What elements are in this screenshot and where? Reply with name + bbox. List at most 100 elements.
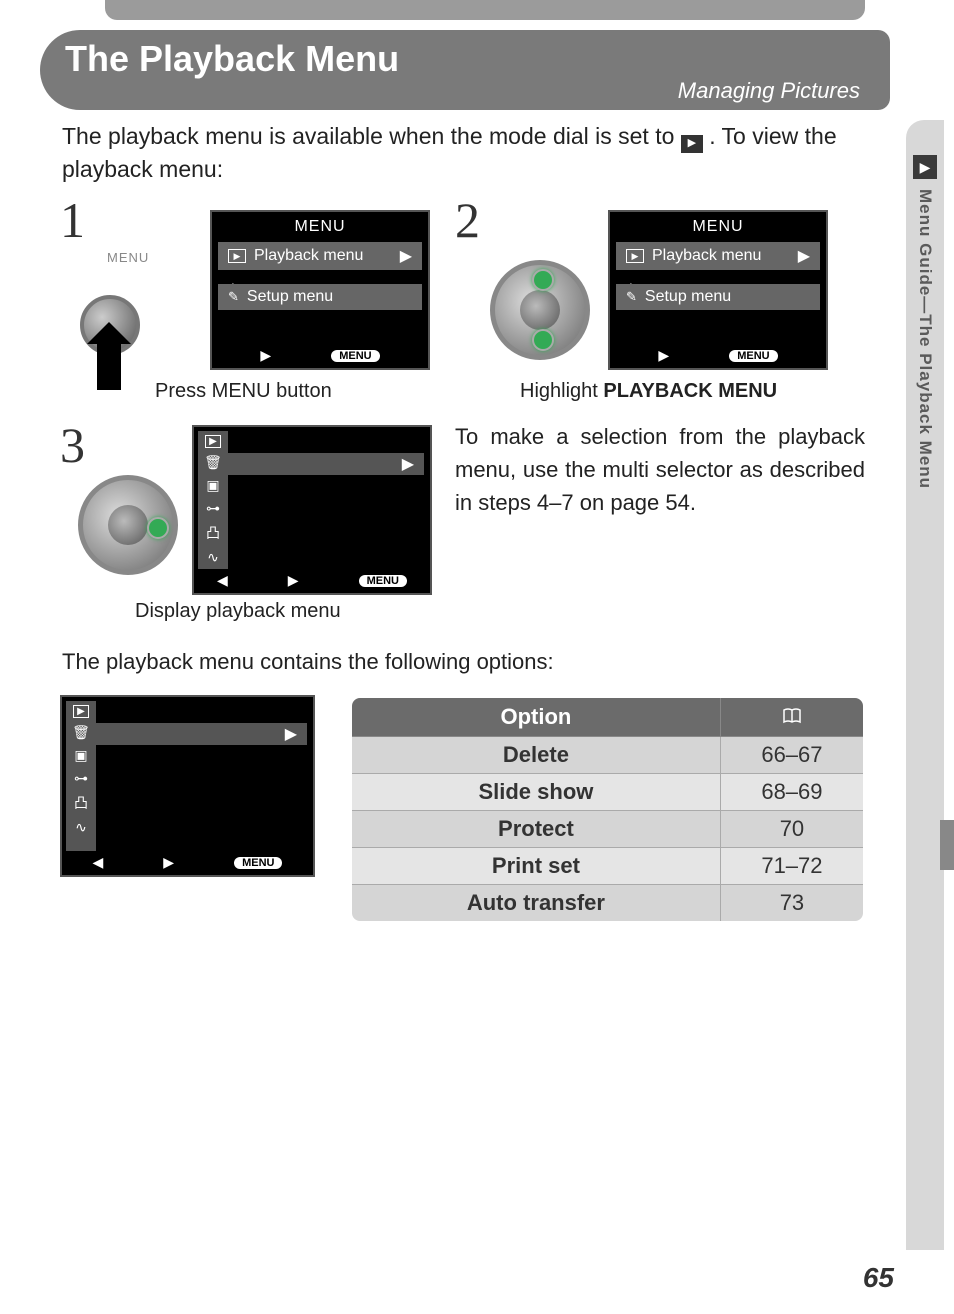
playback-icon: ▶ (913, 155, 937, 179)
page-delete: 66–67 (720, 737, 864, 774)
menu-pill: MENU (729, 350, 777, 362)
table-row: Auto transfer 73 (351, 885, 864, 923)
lcd1-setup-row: Setup menu (218, 284, 422, 310)
trash-icon: 🗑 (204, 454, 222, 471)
playback-row-icon: ▶ (228, 249, 246, 263)
lcd1-setup-label: Setup menu (247, 288, 333, 306)
lcd1-title: MENU (212, 212, 428, 240)
right-arrow-icon: ▶ (402, 454, 414, 474)
lcd2-setup-row: Setup menu (616, 284, 820, 310)
side-tab-label: Menu Guide—The Playback Menu (915, 189, 935, 489)
lcd-options-preview: ▶ 🗑 ▣ ⊶ 凸 ∿ ▶ ◀ ▶ MENU (60, 695, 315, 877)
lcd2-title: MENU (610, 212, 826, 240)
page-printset: 71–72 (720, 848, 864, 885)
footer-right-arrow-icon: ▶ (163, 854, 174, 871)
caption-step3: Display playback menu (135, 600, 341, 623)
menu-pill: MENU (234, 857, 282, 869)
playback-row-icon: ▶ (626, 249, 644, 263)
table-row: Slide show 68–69 (351, 774, 864, 811)
page-title: The Playback Menu (65, 38, 860, 80)
page-autotransfer: 73 (720, 885, 864, 923)
caption-step1: Press MENU button (155, 380, 332, 403)
camera-menu-button-illustration: MENU (75, 240, 205, 370)
multi-selector-center (108, 505, 148, 545)
caption-step2: Highlight PLAYBACK MENU (520, 380, 777, 403)
footer-right-arrow-icon: ▶ (658, 347, 669, 364)
lcd2-footer: ▶ MENU (610, 347, 826, 364)
right-arrow-icon: ▶ (400, 246, 412, 266)
body-paragraph-2: The playback menu contains the following… (62, 645, 862, 678)
opt-slideshow: Slide show (351, 774, 720, 811)
transfer-icon: ∿ (75, 819, 87, 836)
lcd4-highlight-row: ▶ (96, 723, 307, 745)
th-page-icon (720, 697, 864, 737)
playback-small-icon: ▶ (205, 435, 221, 448)
lcd4-icon-column: ▶ 🗑 ▣ ⊶ 凸 ∿ (66, 701, 96, 851)
intro-text-pre: The playback menu is available when the … (62, 123, 681, 149)
multi-selector-up-highlight (532, 269, 554, 291)
menu-button-label: MENU (107, 250, 149, 265)
caption2-pre: Highlight (520, 380, 603, 402)
multi-selector-step3 (78, 475, 178, 575)
lcd-step3: ▶ 🗑 ▣ ⊶ 凸 ∿ ▶ ◀ ▶ MENU (192, 425, 432, 595)
table-row: Delete 66–67 (351, 737, 864, 774)
caption2-bold: PLAYBACK MENU (603, 380, 777, 402)
lcd3-icon-column: ▶ 🗑 ▣ ⊶ 凸 ∿ (198, 431, 228, 569)
footer-left-arrow-icon: ◀ (217, 572, 228, 589)
book-icon (782, 708, 802, 724)
opt-autotransfer: Auto transfer (351, 885, 720, 923)
step-number-2: 2 (455, 195, 480, 245)
opt-printset: Print set (351, 848, 720, 885)
side-thumb-index (940, 820, 954, 870)
intro-paragraph: The playback menu is available when the … (62, 120, 862, 187)
playback-small-icon: ▶ (73, 705, 89, 718)
page-protect: 70 (720, 811, 864, 848)
lcd2-setup-label: Setup menu (645, 288, 731, 306)
page-slideshow: 68–69 (720, 774, 864, 811)
menu-pill: MENU (359, 575, 407, 587)
step-number-3: 3 (60, 420, 85, 470)
lcd1-playback-label: Playback menu (254, 247, 363, 265)
side-tab: ▶ Menu Guide—The Playback Menu (906, 120, 944, 1250)
transfer-icon: ∿ (207, 549, 219, 566)
lcd-step2: MENU ▶ Playback menu ▶ ▲▼ Setup menu ▶ M… (608, 210, 828, 370)
mode-dial-playback-icon: ▶ (681, 135, 703, 153)
setup-row-icon (228, 288, 239, 306)
press-arrow-icon (97, 340, 121, 390)
lcd3-highlight-row: ▶ (228, 453, 424, 475)
page-number: 65 (863, 1262, 894, 1294)
print-icon: 凸 (74, 793, 88, 813)
right-arrow-icon: ▶ (285, 724, 297, 744)
lcd4-footer: ◀ ▶ MENU (62, 854, 313, 871)
table-row: Print set 71–72 (351, 848, 864, 885)
page-subtitle: Managing Pictures (65, 78, 860, 104)
multi-selector-right-highlight (147, 517, 169, 539)
options-table: Option Delete 66–67 Slide show 68–69 Pro… (350, 696, 865, 923)
lcd1-playback-row: ▶ Playback menu ▶ (218, 242, 422, 270)
lcd2-playback-label: Playback menu (652, 247, 761, 265)
footer-right-arrow-icon: ▶ (288, 572, 299, 589)
lcd1-footer: ▶ MENU (212, 347, 428, 364)
footer-right-arrow-icon: ▶ (260, 347, 271, 364)
table-row: Protect 70 (351, 811, 864, 848)
setup-row-icon (626, 288, 637, 306)
slideshow-icon: ▣ (74, 747, 87, 764)
multi-selector-step2 (490, 260, 590, 360)
multi-selector-down-highlight (532, 329, 554, 351)
body-paragraph-1: To make a selection from the playback me… (455, 420, 865, 519)
opt-delete: Delete (351, 737, 720, 774)
print-icon: 凸 (206, 523, 220, 543)
footer-left-arrow-icon: ◀ (93, 854, 104, 871)
table-header-row: Option (351, 697, 864, 737)
menu-pill: MENU (331, 350, 379, 362)
right-arrow-icon: ▶ (798, 246, 810, 266)
protect-icon: ⊶ (206, 500, 220, 517)
slideshow-icon: ▣ (206, 477, 219, 494)
step-number-1: 1 (60, 195, 85, 245)
lcd3-footer: ◀ ▶ MENU (194, 572, 430, 589)
opt-protect: Protect (351, 811, 720, 848)
th-option: Option (351, 697, 720, 737)
lcd2-playback-row: ▶ Playback menu ▶ (616, 242, 820, 270)
page-header: The Playback Menu Managing Pictures (40, 30, 890, 110)
protect-icon: ⊶ (74, 770, 88, 787)
